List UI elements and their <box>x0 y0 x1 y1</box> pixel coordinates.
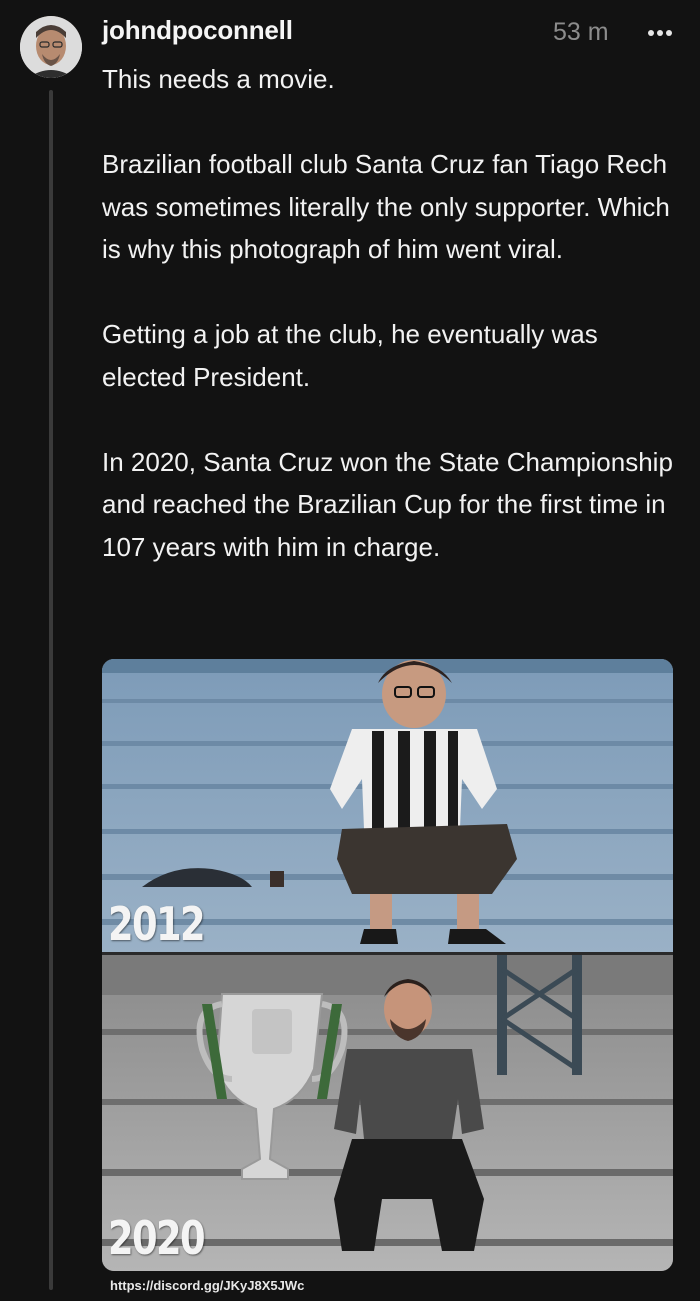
avatar[interactable] <box>20 16 82 78</box>
post-paragraph: This needs a movie. <box>102 64 335 94</box>
watermark-link[interactable]: https://discord.gg/JKyJ8X5JWc <box>110 1278 304 1293</box>
post-paragraph: In 2020, Santa Cruz won the State Champi… <box>102 446 673 562</box>
post-paragraph: Getting a job at the club, he eventually… <box>102 319 598 392</box>
year-label-2012: 2012 <box>108 897 206 951</box>
more-horizontal-icon[interactable] <box>640 18 680 48</box>
year-label-2020: 2020 <box>108 1211 206 1265</box>
username[interactable]: johndpoconnell <box>102 15 293 46</box>
post: johndpoconnell 53 m This needs a movie. … <box>0 0 700 1301</box>
timestamp: 53 m <box>553 18 609 46</box>
thread-line <box>49 90 53 1290</box>
post-body: This needs a movie. Brazilian football c… <box>102 58 687 568</box>
post-paragraph: Brazilian football club Santa Cruz fan T… <box>102 149 670 264</box>
post-image[interactable]: 2012 2020 <box>102 659 673 1271</box>
